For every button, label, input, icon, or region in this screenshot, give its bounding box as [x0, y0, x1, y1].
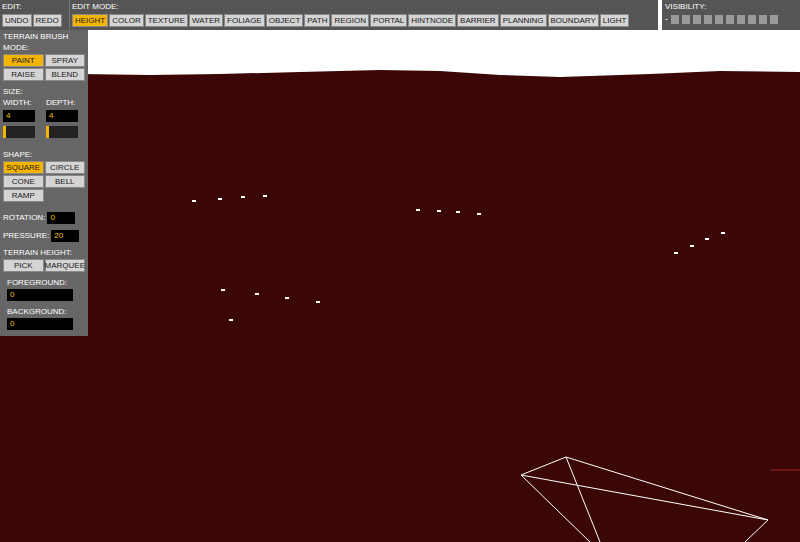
edit-mode-button[interactable]: PATH [304, 14, 330, 27]
edit-mode-button[interactable]: WATER [189, 14, 223, 27]
pressure-input[interactable]: 20 [51, 230, 79, 242]
shape-button[interactable]: SQUARE [3, 161, 44, 174]
mode-button[interactable]: BLEND [45, 68, 86, 81]
foreground-label: FOREGROUND: [7, 278, 85, 288]
edit-label: EDIT: [2, 2, 67, 12]
edit-mode-button[interactable]: BARRIER [457, 14, 499, 27]
mode-button[interactable]: RAISE [3, 68, 44, 81]
edit-mode-button[interactable]: FOLIAGE [224, 14, 265, 27]
rotation-label: ROTATION: [3, 213, 45, 223]
terrain-scene [0, 30, 800, 542]
shape-button[interactable]: CIRCLE [45, 161, 86, 174]
visibility-toggle[interactable] [693, 15, 701, 24]
edit-mode-button[interactable]: TEXTURE [145, 14, 188, 27]
edit-mode-button[interactable]: PLANNING [500, 14, 547, 27]
edit-mode-button[interactable]: HEIGHT [72, 14, 108, 27]
visibility-toggle[interactable] [682, 15, 690, 24]
terrain-height-button[interactable]: PICK [3, 259, 44, 272]
visibility-toggle[interactable] [770, 15, 778, 24]
edit-button[interactable]: UNDO [2, 14, 32, 27]
size-slider[interactable] [3, 126, 35, 138]
visibility-minus[interactable]: - [665, 14, 668, 24]
shape-label: SHAPE: [3, 150, 85, 160]
panel-title: TERRAIN BRUSH [3, 32, 85, 42]
mode-button[interactable]: PAINT [3, 54, 44, 67]
size-field-label: WIDTH: [3, 98, 42, 108]
visibility-toggle[interactable] [726, 15, 734, 24]
visibility-section: VISIBILITY: - [662, 0, 800, 30]
shape-button[interactable]: BELL [45, 175, 86, 188]
edit-mode-button[interactable]: BOUNDARY [548, 14, 599, 27]
size-input[interactable]: 4 [3, 110, 35, 122]
terrain-height-label: TERRAIN HEIGHT: [3, 248, 85, 258]
mode-button[interactable]: SPRAY [45, 54, 86, 67]
shape-button[interactable]: CONE [3, 175, 44, 188]
edit-mode-label: EDIT MODE: [72, 2, 656, 12]
edit-mode-button[interactable]: OBJECT [266, 14, 304, 27]
visibility-toggle[interactable] [671, 15, 679, 24]
edit-section: EDIT: UNDOREDO [0, 0, 70, 30]
visibility-toggle[interactable] [737, 15, 745, 24]
edit-mode-button[interactable]: LIGHT [600, 14, 630, 27]
terrain-height-button[interactable]: MARQUEE [45, 259, 86, 272]
visibility-toggle[interactable] [715, 15, 723, 24]
mode-label: MODE: [3, 43, 85, 53]
edit-mode-button[interactable]: REGION [331, 14, 369, 27]
pressure-label: PRESSURE: [3, 231, 49, 241]
edit-mode-button[interactable]: HINTNODE [408, 14, 456, 27]
visibility-toggle[interactable] [748, 15, 756, 24]
size-input[interactable]: 4 [46, 110, 78, 122]
background-input[interactable]: 0 [7, 318, 73, 330]
top-toolbar: EDIT: UNDOREDO EDIT MODE: HEIGHTCOLORTEXTUR… [0, 0, 800, 30]
shape-button[interactable]: RAMP [3, 189, 44, 202]
edit-mode-button[interactable]: COLOR [109, 14, 143, 27]
edit-mode-button[interactable]: PORTAL [370, 14, 407, 27]
viewport[interactable]: TERRAIN BRUSHMODE:PAINTSPRAYRAISEBLEND SI… [0, 30, 800, 542]
visibility-label: VISIBILITY: [665, 2, 797, 12]
foreground-input[interactable]: 0 [7, 289, 73, 301]
size-field-label: DEPTH: [46, 98, 85, 108]
background-label: BACKGROUND: [7, 307, 85, 317]
size-label: SIZE: [3, 87, 85, 97]
visibility-toggle[interactable] [759, 15, 767, 24]
edit-button[interactable]: REDO [33, 14, 62, 27]
visibility-toggle[interactable] [704, 15, 712, 24]
terrain-brush-panel: TERRAIN BRUSHMODE:PAINTSPRAYRAISEBLEND SI… [0, 30, 88, 336]
rotation-input[interactable]: 0 [47, 212, 75, 224]
size-slider[interactable] [46, 126, 78, 138]
edit-mode-section: EDIT MODE: HEIGHTCOLORTEXTUREWATERFOLIAGE… [70, 0, 658, 30]
